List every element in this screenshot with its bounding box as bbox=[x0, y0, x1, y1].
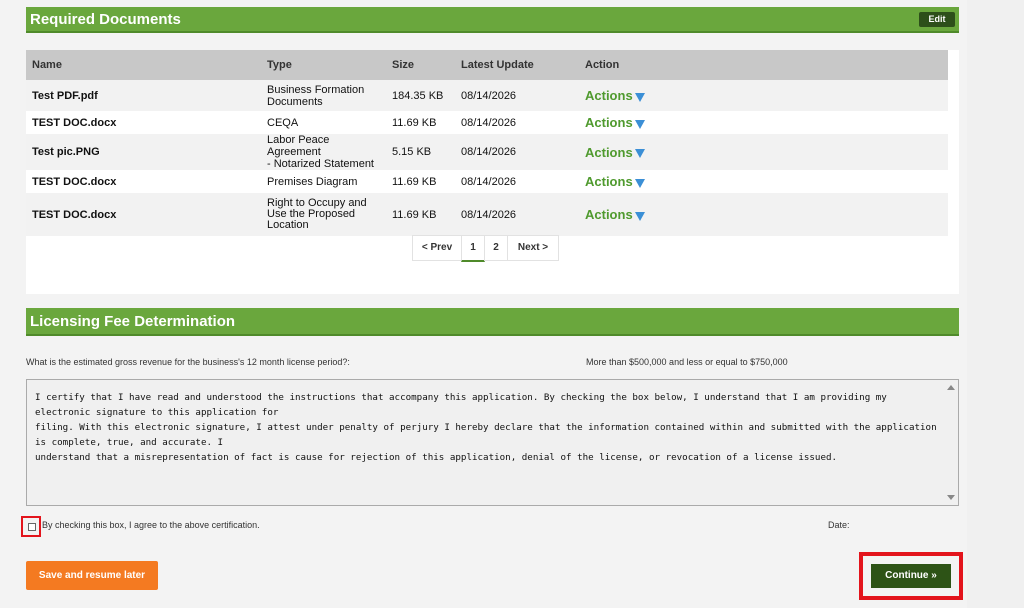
actions-label: Actions bbox=[585, 115, 633, 130]
file-size: 5.15 KB bbox=[386, 134, 455, 170]
file-size: 11.69 KB bbox=[386, 170, 455, 193]
actions-dropdown[interactable]: Actions bbox=[579, 170, 948, 193]
file-name-link[interactable]: Test PDF.pdf bbox=[26, 80, 261, 111]
licensing-fee-header: Licensing Fee Determination bbox=[26, 308, 959, 336]
table-header-row: Name Type Size Latest Update Action bbox=[26, 50, 948, 80]
triangle-down-icon bbox=[634, 92, 645, 102]
file-name-link[interactable]: TEST DOC.docx bbox=[26, 111, 261, 134]
triangle-down-icon bbox=[634, 211, 645, 221]
document-type-line: Business Formation bbox=[267, 83, 365, 96]
table-row: Test PDF.pdf Business Formation Document… bbox=[26, 80, 948, 111]
page-2-button[interactable]: 2 bbox=[484, 235, 508, 261]
file-name-link[interactable]: TEST DOC.docx bbox=[26, 170, 261, 193]
latest-update: 08/14/2026 bbox=[455, 80, 579, 111]
licensing-fee-title: Licensing Fee Determination bbox=[30, 313, 236, 330]
continue-button-highlight: Continue » bbox=[859, 552, 963, 600]
document-type: CEQA bbox=[261, 111, 386, 134]
continue-button[interactable]: Continue » bbox=[871, 564, 951, 588]
file-name-link[interactable]: TEST DOC.docx bbox=[26, 193, 261, 236]
document-type-line: Documents bbox=[267, 95, 323, 108]
required-documents-header: Required Documents Edit bbox=[26, 7, 959, 33]
page-margin bbox=[967, 0, 1024, 608]
scroll-down-arrow-icon[interactable] bbox=[947, 495, 955, 500]
table-row: TEST DOC.docx CEQA 11.69 KB 08/14/2026 A… bbox=[26, 111, 948, 134]
document-type-line: - Notarized Statement bbox=[267, 158, 374, 170]
scroll-up-arrow-icon[interactable] bbox=[947, 385, 955, 390]
actions-dropdown[interactable]: Actions bbox=[579, 111, 948, 134]
file-name-link[interactable]: Test pic.PNG bbox=[26, 134, 261, 170]
latest-update: 08/14/2026 bbox=[455, 193, 579, 236]
document-type: Labor Peace Agreement - Notarized Statem… bbox=[261, 134, 386, 170]
document-type-line: Location bbox=[267, 219, 309, 231]
actions-dropdown[interactable]: Actions bbox=[579, 80, 948, 111]
document-type-line: Labor Peace Agreement bbox=[267, 134, 330, 158]
edit-button[interactable]: Edit bbox=[919, 12, 955, 27]
revenue-answer: More than $500,000 and less or equal to … bbox=[586, 357, 788, 367]
certification-checkbox-label: By checking this box, I agree to the abo… bbox=[42, 520, 260, 530]
documents-panel: Name Type Size Latest Update Action Test… bbox=[26, 50, 959, 294]
triangle-down-icon bbox=[634, 178, 645, 188]
certification-checkbox[interactable] bbox=[28, 523, 36, 531]
file-size: 11.69 KB bbox=[386, 111, 455, 134]
save-and-resume-later-button[interactable]: Save and resume later bbox=[26, 561, 158, 590]
actions-label: Actions bbox=[585, 174, 633, 189]
file-size: 184.35 KB bbox=[386, 80, 455, 111]
document-type: Premises Diagram bbox=[261, 170, 386, 193]
triangle-down-icon bbox=[634, 119, 645, 129]
certification-line: understand that a misrepresentation of f… bbox=[35, 452, 838, 463]
next-page-button[interactable]: Next > bbox=[507, 235, 559, 261]
certification-line: filing. With this electronic signature, … bbox=[35, 422, 937, 448]
table-row: TEST DOC.docx Right to Occupy and Use th… bbox=[26, 193, 948, 236]
document-type: Right to Occupy and Use the Proposed Loc… bbox=[261, 193, 386, 236]
certification-text: I certify that I have read and understoo… bbox=[35, 390, 940, 465]
page-1-button[interactable]: 1 bbox=[461, 235, 485, 262]
required-documents-title: Required Documents bbox=[30, 11, 181, 28]
file-size: 11.69 KB bbox=[386, 193, 455, 236]
table-row: Test pic.PNG Labor Peace Agreement - Not… bbox=[26, 134, 948, 170]
documents-table: Name Type Size Latest Update Action Test… bbox=[26, 50, 948, 236]
actions-dropdown[interactable]: Actions bbox=[579, 134, 948, 170]
certification-line: I certify that I have read and understoo… bbox=[35, 392, 887, 418]
latest-update: 08/14/2026 bbox=[455, 111, 579, 134]
latest-update: 08/14/2026 bbox=[455, 134, 579, 170]
prev-page-button[interactable]: < Prev bbox=[412, 235, 462, 261]
column-header-size: Size bbox=[386, 50, 455, 80]
actions-label: Actions bbox=[585, 88, 633, 103]
document-type: Business Formation Documents bbox=[261, 80, 386, 111]
revenue-question: What is the estimated gross revenue for … bbox=[26, 357, 350, 367]
column-header-latest-update: Latest Update bbox=[455, 50, 579, 80]
table-row: TEST DOC.docx Premises Diagram 11.69 KB … bbox=[26, 170, 948, 193]
column-header-name: Name bbox=[26, 50, 261, 80]
actions-label: Actions bbox=[585, 207, 633, 222]
pagination: < Prev 1 2 Next > bbox=[412, 235, 559, 262]
application-page: Required Documents Edit Name Type Size L… bbox=[0, 0, 1024, 608]
latest-update: 08/14/2026 bbox=[455, 170, 579, 193]
date-label: Date: bbox=[828, 520, 850, 530]
document-type-line: Premises Diagram bbox=[267, 175, 358, 188]
column-header-action: Action bbox=[579, 50, 948, 80]
triangle-down-icon bbox=[634, 149, 645, 159]
column-header-type: Type bbox=[261, 50, 386, 80]
document-type-line: CEQA bbox=[267, 116, 299, 129]
certification-textarea[interactable]: I certify that I have read and understoo… bbox=[26, 379, 959, 506]
actions-label: Actions bbox=[585, 144, 633, 160]
certification-checkbox-highlight bbox=[21, 516, 41, 537]
actions-dropdown[interactable]: Actions bbox=[579, 193, 948, 236]
